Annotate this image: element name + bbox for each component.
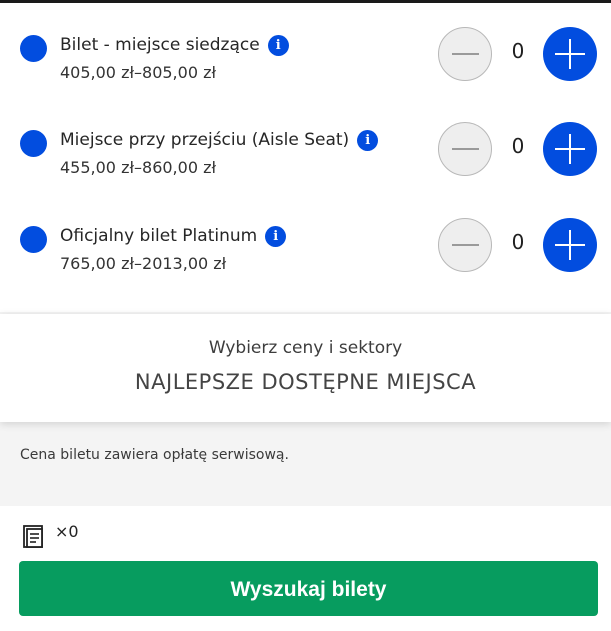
increase-quantity-button[interactable] (543, 122, 597, 176)
ticket-name: Bilet - miejsce siedzące (60, 35, 260, 55)
ticket-price-range: 455,00 zł–860,00 zł (60, 158, 217, 177)
ticket-color-dot (20, 226, 47, 253)
ticket-name-wrapper: Bilet - miejsce siedzące i (60, 33, 289, 57)
ticket-document-icon (23, 525, 43, 548)
ticket-name: Oficjalny bilet Platinum (60, 226, 258, 246)
ticket-name-wrapper: Miejsce przy przejściu (Aisle Seat) i (60, 128, 379, 152)
ticket-row-platinum: Oficjalny bilet Platinum i 765,00 zł–201… (0, 218, 611, 288)
best-seats-subtitle: Wybierz ceny i sektory (208, 338, 403, 358)
info-icon[interactable]: i (357, 129, 379, 151)
ticket-row-aisle: Miejsce przy przejściu (Aisle Seat) i 45… (0, 122, 611, 192)
ticket-price-range: 765,00 zł–2013,00 zł (60, 254, 227, 273)
ticket-quantity: 0 (511, 134, 525, 158)
ticket-color-dot (20, 35, 47, 62)
decrease-quantity-button[interactable] (438, 27, 492, 81)
service-fee-note: Cena biletu zawiera opłatę serwisową. (20, 447, 289, 463)
ticket-color-dot (20, 130, 47, 157)
info-icon[interactable]: i (267, 34, 289, 56)
decrease-quantity-button[interactable] (438, 122, 492, 176)
ticket-quantity: 0 (511, 39, 525, 63)
checkout-footer: ×0 Wyszukaj bilety (0, 506, 611, 631)
decrease-quantity-button[interactable] (438, 218, 492, 272)
ticket-name-wrapper: Oficjalny bilet Platinum i (60, 224, 287, 248)
info-icon[interactable]: i (265, 225, 287, 247)
ticket-price-range: 405,00 zł–805,00 zł (60, 63, 217, 82)
ticket-row-standard: Bilet - miejsce siedzące i 405,00 zł–805… (0, 27, 611, 97)
increase-quantity-button[interactable] (543, 27, 597, 81)
selected-ticket-count: ×0 (55, 522, 79, 541)
best-available-seats-card[interactable]: Wybierz ceny i sektory NAJLEPSZE DOSTĘPN… (0, 314, 611, 422)
ticket-type-list: Bilet - miejsce siedzące i 405,00 zł–805… (0, 3, 611, 312)
ticket-quantity: 0 (511, 230, 525, 254)
best-seats-title: NAJLEPSZE DOSTĘPNE MIEJSCA (134, 370, 477, 394)
ticket-name: Miejsce przy przejściu (Aisle Seat) (60, 130, 350, 150)
increase-quantity-button[interactable] (543, 218, 597, 272)
search-tickets-button[interactable]: Wyszukaj bilety (19, 561, 598, 616)
